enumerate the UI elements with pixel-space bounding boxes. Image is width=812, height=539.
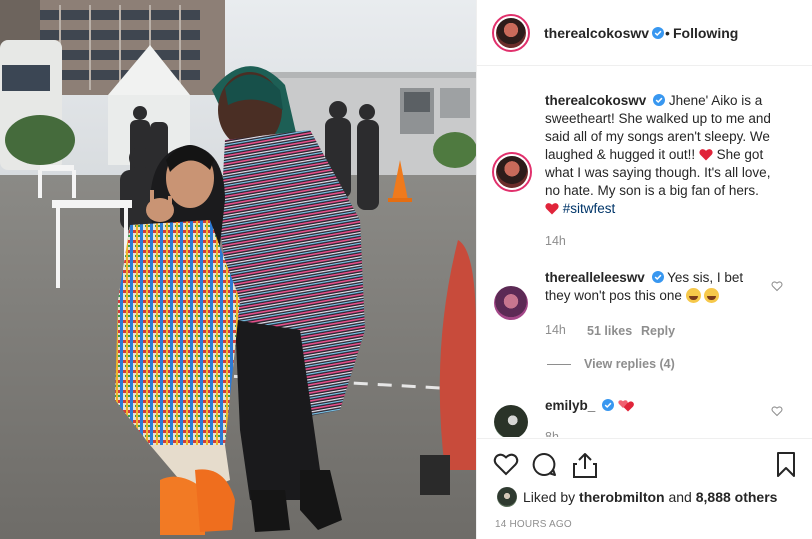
laughing-emoji-icon — [685, 288, 701, 303]
hearts-emoji-icon — [618, 400, 634, 412]
commenter-avatar[interactable] — [494, 405, 528, 437]
caption-text: therealcokoswv Jhene' Aiko is a sweethea… — [545, 92, 805, 218]
comment-line: they won't pos this one — [545, 288, 682, 303]
caption-line: what I was saying though. It's all love, — [545, 165, 771, 180]
caption-line: She got — [716, 147, 764, 162]
verified-badge-icon — [652, 27, 664, 39]
liked-by-prefix: Liked by — [523, 489, 576, 505]
caption-username[interactable]: therealcokoswv — [545, 93, 646, 108]
caption-line: said all of my songs aren't sleepy. We — [545, 129, 770, 144]
comment-line: Yes sis, I bet — [667, 270, 744, 285]
comment-text: therealleleeswv Yes sis, I bet they won'… — [545, 269, 780, 305]
commenter-username[interactable]: emilyb_ — [545, 398, 595, 413]
comment-like-heart-icon[interactable] — [771, 405, 783, 417]
comment-text: emilyb_ — [545, 397, 780, 415]
verified-badge-icon — [651, 271, 664, 283]
comment-reply-button[interactable]: Reply — [641, 324, 675, 338]
comment-time[interactable]: 14h — [545, 323, 566, 337]
post-header: therealcokoswv • Following — [477, 0, 812, 66]
red-heart-emoji-icon — [545, 203, 559, 215]
author-avatar[interactable] — [492, 14, 530, 52]
red-heart-emoji-icon — [699, 149, 713, 161]
verified-badge-icon — [602, 399, 615, 411]
liked-by-user[interactable]: therobmilton — [579, 489, 665, 505]
avatar-image — [496, 18, 526, 48]
comment-time-partial: 8h — [545, 430, 559, 437]
like-heart-icon[interactable] — [493, 452, 519, 476]
view-replies-button[interactable]: View replies (4) — [584, 357, 675, 371]
liked-by-count[interactable]: 8,888 others — [696, 489, 778, 505]
caption-line: laughed & hugged it out!! — [545, 147, 696, 162]
caption-line: no hate. My son is a big fan of hers. — [545, 183, 759, 198]
laughing-emoji-icon — [704, 288, 720, 303]
caption-time[interactable]: 14h — [545, 234, 566, 248]
following-button[interactable]: Following — [673, 25, 738, 41]
hashtag-link[interactable]: #sitwfest — [563, 201, 616, 216]
post-photo-illustration — [0, 0, 476, 539]
caption-author-avatar[interactable] — [492, 152, 532, 192]
author-username[interactable]: therealcokoswv — [544, 25, 649, 41]
post-detail-panel: therealcokoswv • Following therealcokosw… — [476, 0, 812, 539]
post-timestamp[interactable]: 14 HOURS AGO — [495, 519, 572, 530]
post-photo[interactable] — [0, 0, 476, 539]
liked-by-and: and — [668, 489, 692, 505]
comment-bubble-icon[interactable] — [532, 452, 557, 477]
avatar-image — [496, 156, 528, 188]
liked-by-text: Liked by therobmilton and 8,888 others — [523, 489, 777, 505]
caption-line: Jhene' Aiko is a — [668, 93, 763, 108]
share-upload-icon[interactable] — [573, 452, 597, 478]
comment-like-heart-icon[interactable] — [771, 280, 783, 292]
header-separator: • — [665, 25, 670, 41]
verified-badge-icon — [653, 94, 666, 106]
caption-line: sweetheart! She walked up to me and — [545, 111, 771, 126]
bookmark-save-icon[interactable] — [776, 452, 796, 478]
comment-likes[interactable]: 51 likes — [587, 324, 632, 338]
post-actions-bar: Liked by therobmilton and 8,888 others 1… — [477, 438, 812, 539]
liker-avatar[interactable] — [497, 487, 517, 507]
view-replies-line — [547, 364, 571, 365]
commenter-avatar[interactable] — [494, 286, 528, 320]
commenter-username[interactable]: therealleleeswv — [545, 270, 645, 285]
comments-list[interactable]: therealcokoswv Jhene' Aiko is a sweethea… — [477, 66, 812, 437]
